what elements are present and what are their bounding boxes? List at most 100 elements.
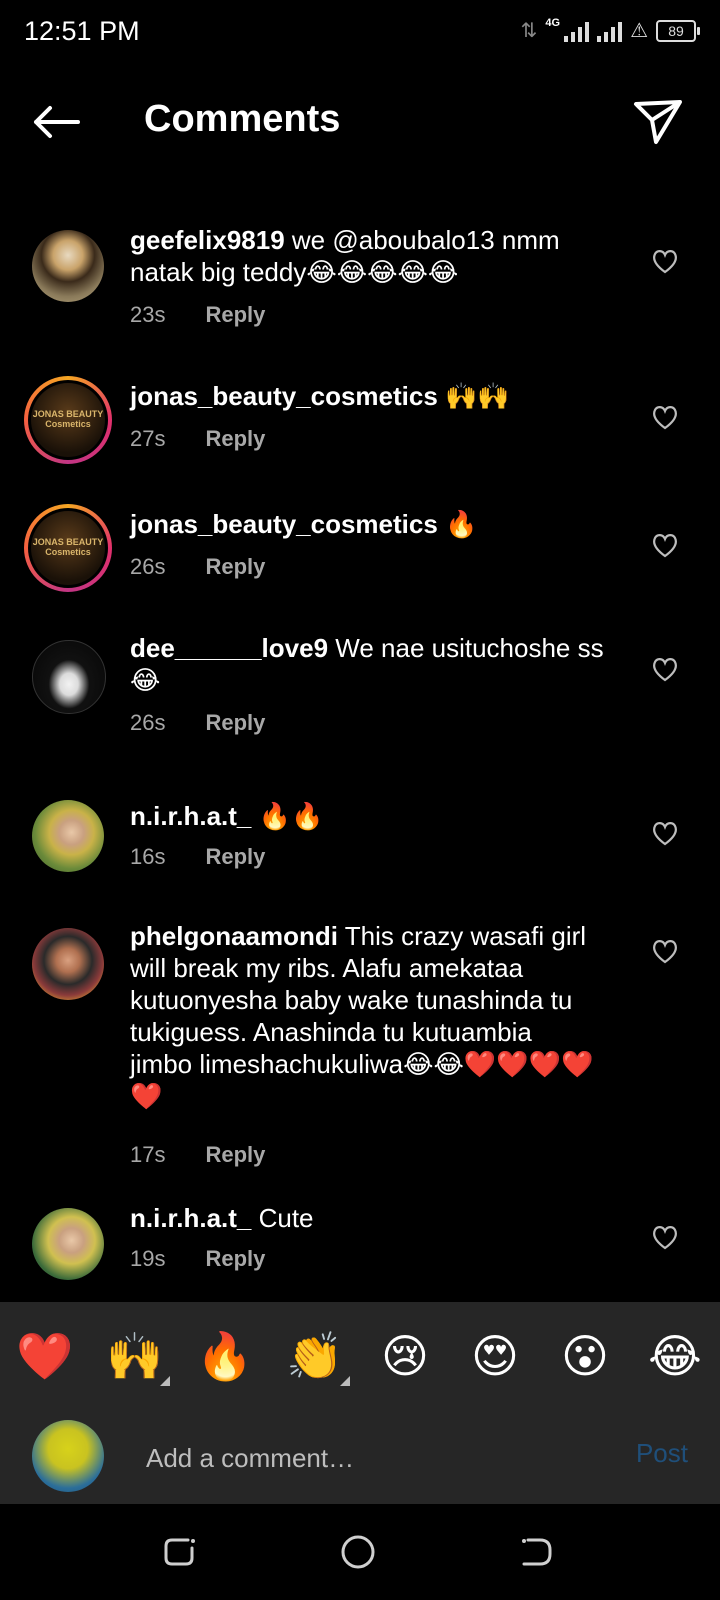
recent-apps-icon[interactable] [160, 1532, 200, 1572]
comment-meta: 17s Reply [130, 1142, 265, 1168]
avatar[interactable] [32, 800, 104, 872]
battery-level: 89 [668, 22, 684, 39]
comment-username[interactable]: geefelix9819 [130, 225, 285, 255]
heart-icon[interactable] [650, 530, 680, 560]
comment-username[interactable]: jonas_beauty_cosmetics [130, 381, 438, 411]
comment-time: 16s [130, 844, 166, 869]
comment-content: Cute [251, 1203, 314, 1233]
logo-line: Cosmetics [45, 547, 91, 557]
reply-button[interactable]: Reply [205, 1142, 265, 1168]
signal-icon-2 [597, 20, 623, 42]
emoji-glyph: 🙌 [106, 1329, 164, 1382]
comment-meta: 26s Reply [130, 710, 265, 736]
comment-time: 26s [130, 710, 166, 735]
brand-logo: JONAS BEAUTY Cosmetics [31, 511, 105, 585]
comment-input[interactable] [144, 1432, 588, 1484]
status-time: 12:51 PM [24, 16, 140, 46]
comment-item: dee______love9 We nae usituchoshe ss 😂 2… [0, 632, 720, 772]
comment-time: 19s [130, 1246, 166, 1271]
comment-time: 26s [130, 554, 166, 579]
comment-text: dee______love9 We nae usituchoshe ss 😂 [130, 632, 610, 696]
emoji-crying-button[interactable]: 😢 [370, 1329, 440, 1383]
comment-username[interactable]: n.i.r.h.a.t_ [130, 801, 251, 831]
avatar[interactable] [32, 928, 104, 1000]
avatar[interactable] [32, 1208, 104, 1280]
comment-username[interactable]: jonas_beauty_cosmetics [130, 509, 438, 539]
comment-item: n.i.r.h.a.t_ 🔥🔥 16s Reply [0, 792, 720, 902]
comment-text: n.i.r.h.a.t_ Cute [130, 1202, 610, 1234]
post-button[interactable]: Post [636, 1438, 688, 1469]
avatar[interactable] [32, 640, 106, 714]
skin-tone-indicator [160, 1375, 170, 1386]
emoji-glyph: 👏 [286, 1329, 344, 1382]
comment-username[interactable]: n.i.r.h.a.t_ [130, 1203, 251, 1233]
heart-icon[interactable] [650, 402, 680, 432]
comment-item: JONAS BEAUTY Cosmetics jonas_beauty_cosme… [0, 504, 720, 614]
avatar[interactable]: JONAS BEAUTY Cosmetics [24, 504, 112, 592]
brand-logo: JONAS BEAUTY Cosmetics [31, 383, 105, 457]
emoji-bar: ❤️ 🙌 🔥 👏 😢 😍 😮 😂 [0, 1302, 720, 1410]
comment-time: 27s [130, 426, 166, 451]
signal-icon [564, 20, 590, 42]
page-title: Comments [144, 98, 341, 140]
send-icon [634, 100, 682, 144]
comment-list[interactable]: geefelix9819 we @aboubalo13 nmm natak bi… [0, 200, 720, 1300]
emoji-laughing-button[interactable]: 😂 [640, 1329, 710, 1383]
comment-time: 17s [130, 1142, 166, 1167]
comment-text: jonas_beauty_cosmetics 🙌🙌 [130, 380, 610, 412]
arrow-left-icon [34, 106, 80, 138]
comment-content: 🔥🔥 [251, 801, 324, 831]
status-icons: ⇅ 4G ⚠ 89 [520, 16, 700, 43]
emoji-heart-eyes-button[interactable]: 😍 [460, 1329, 530, 1383]
comment-username[interactable]: phelgonaamondi [130, 921, 338, 951]
reply-button[interactable]: Reply [205, 844, 265, 870]
comment-text: geefelix9819 we @aboubalo13 nmm natak bi… [130, 224, 610, 288]
back-button[interactable] [28, 100, 84, 144]
back-nav-icon[interactable] [516, 1532, 556, 1572]
data-arrows-icon: ⇅ [520, 20, 538, 42]
emoji-surprised-button[interactable]: 😮 [550, 1329, 620, 1383]
system-nav-bar [0, 1504, 720, 1600]
heart-icon[interactable] [650, 818, 680, 848]
emoji-fire-button[interactable]: 🔥 [190, 1329, 260, 1384]
comment-content: 🔥 [437, 509, 478, 539]
comment-meta: 26s Reply [130, 554, 265, 580]
comment-item: JONAS BEAUTY Cosmetics jonas_beauty_cosme… [0, 376, 720, 486]
reply-button[interactable]: Reply [205, 1246, 265, 1272]
status-bar: 12:51 PM ⇅ 4G ⚠ 89 [0, 0, 720, 64]
comment-item: geefelix9819 we @aboubalo13 nmm natak bi… [0, 224, 720, 364]
comment-time: 23s [130, 302, 166, 327]
share-button[interactable] [632, 96, 684, 148]
header: Comments [0, 70, 720, 170]
comment-item: n.i.r.h.a.t_ Cute 19s Reply [0, 1203, 720, 1300]
comment-meta: 23s Reply [130, 302, 265, 328]
home-icon[interactable] [338, 1532, 378, 1572]
emoji-raised-hands-button[interactable]: 🙌 [100, 1329, 170, 1386]
comment-meta: 19s Reply [130, 1246, 265, 1272]
comment-composer: Post [0, 1410, 720, 1504]
heart-icon[interactable] [650, 936, 680, 966]
reply-button[interactable]: Reply [205, 302, 265, 328]
comment-meta: 27s Reply [130, 426, 265, 452]
reply-button[interactable]: Reply [205, 710, 265, 736]
comment-item: phelgonaamondi This crazy wasafi girl wi… [0, 920, 720, 1180]
avatar[interactable] [32, 230, 104, 302]
comment-username[interactable]: dee______love9 [130, 633, 328, 663]
comment-content: 🙌🙌 [437, 381, 510, 411]
battery-icon: 89 [656, 19, 700, 42]
warning-icon: ⚠ [630, 20, 648, 42]
avatar[interactable]: JONAS BEAUTY Cosmetics [24, 376, 112, 464]
comment-text: jonas_beauty_cosmetics 🔥 [130, 508, 610, 540]
comment-text: phelgonaamondi This crazy wasafi girl wi… [130, 920, 600, 1112]
heart-icon[interactable] [650, 246, 680, 276]
comment-meta: 16s Reply [130, 844, 265, 870]
reply-button[interactable]: Reply [205, 554, 265, 580]
emoji-clap-button[interactable]: 👏 [280, 1329, 350, 1386]
skin-tone-indicator [340, 1375, 350, 1386]
emoji-heart-button[interactable]: ❤️ [10, 1329, 80, 1384]
heart-icon[interactable] [650, 654, 680, 684]
heart-icon[interactable] [650, 1222, 680, 1252]
logo-line: Cosmetics [45, 419, 91, 429]
reply-button[interactable]: Reply [205, 426, 265, 452]
network-type: 4G [545, 16, 561, 29]
